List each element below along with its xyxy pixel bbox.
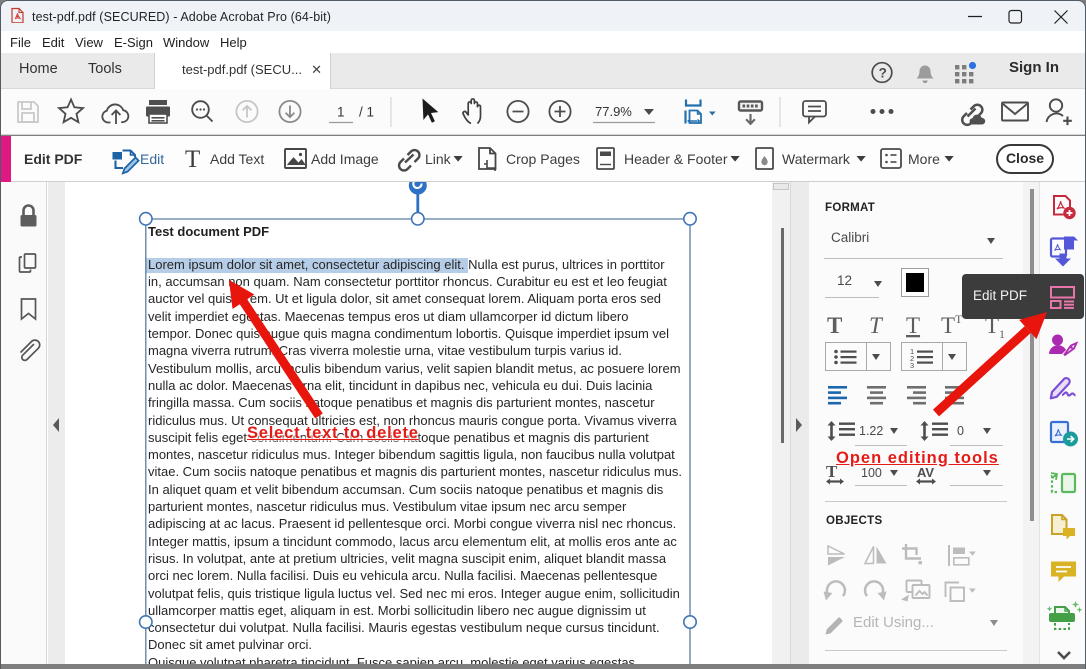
svg-text:77.9%: 77.9% xyxy=(595,104,632,119)
svg-text:1: 1 xyxy=(337,105,345,120)
svg-text:T: T xyxy=(185,146,200,173)
svg-text:?: ? xyxy=(879,66,887,81)
svg-text:/ 1: / 1 xyxy=(359,105,374,120)
